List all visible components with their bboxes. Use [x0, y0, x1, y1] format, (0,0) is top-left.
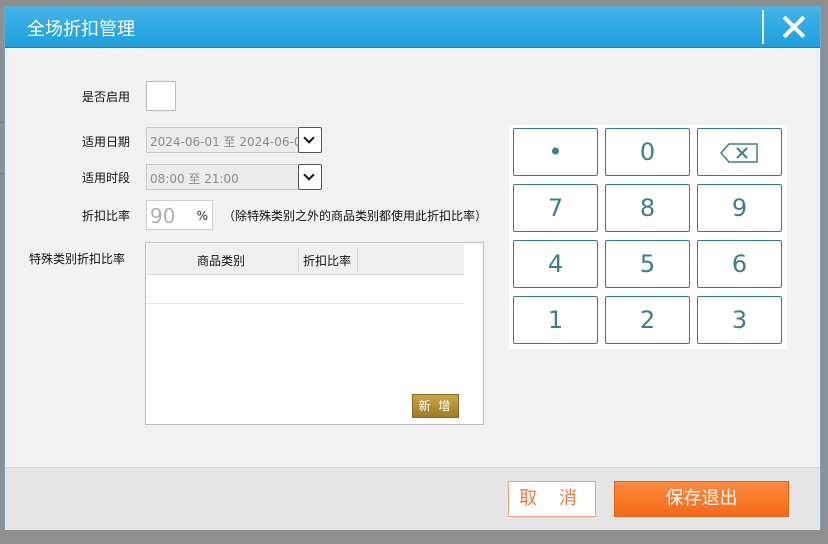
key-2[interactable]: 2: [605, 296, 690, 344]
title-separator: [762, 10, 764, 44]
key-5[interactable]: 5: [605, 240, 690, 288]
date-value: 2024-06-01 至 2024-06-01: [150, 135, 310, 149]
key-6[interactable]: 6: [697, 240, 782, 288]
chevron-down-icon[interactable]: [298, 164, 322, 190]
special-label: 特殊类别折扣比率: [29, 252, 126, 266]
rate-input[interactable]: 90 %: [146, 200, 213, 230]
enable-label: 是否启用: [82, 90, 131, 104]
time-value: 08:00 至 21:00: [150, 172, 239, 186]
cancel-button[interactable]: 取 消: [508, 481, 596, 517]
rate-label: 折扣比率: [82, 209, 131, 223]
time-select[interactable]: 08:00 至 21:00: [146, 164, 322, 190]
backspace-icon: [720, 143, 758, 163]
time-label: 适用时段: [82, 171, 131, 185]
table-row[interactable]: [147, 275, 464, 304]
enable-checkbox[interactable]: [146, 81, 176, 111]
key-dot[interactable]: •: [513, 128, 598, 176]
column-separator: [357, 248, 358, 272]
date-label: 适用日期: [82, 135, 131, 149]
title-bar: 全场折扣管理: [5, 7, 820, 48]
column-header-rate: 折扣比率: [303, 254, 352, 268]
rate-unit: %: [196, 209, 208, 223]
rate-note: （除特殊类别之外的商品类别都使用此折扣比率）: [223, 209, 488, 223]
close-icon[interactable]: [776, 11, 810, 43]
key-9[interactable]: 9: [697, 184, 782, 232]
special-category-table: 商品类别 折扣比率 新 增: [145, 242, 484, 425]
column-header-category: 商品类别: [197, 254, 246, 268]
discount-dialog: 全场折扣管理 是否启用 适用日期 2024-06-01 至 2024-06-01…: [4, 6, 821, 530]
numeric-keypad: • 0 7 8 9 4 5 6 1 2 3: [509, 125, 787, 349]
column-separator: [298, 248, 299, 272]
key-backspace[interactable]: [697, 128, 782, 176]
key-1[interactable]: 1: [513, 296, 598, 344]
chevron-down-icon[interactable]: [298, 127, 322, 153]
key-7[interactable]: 7: [513, 184, 598, 232]
dialog-footer: 取 消 保存退出: [5, 467, 820, 530]
rate-value: 90: [150, 204, 176, 228]
key-4[interactable]: 4: [513, 240, 598, 288]
date-select[interactable]: 2024-06-01 至 2024-06-01: [146, 127, 322, 153]
save-exit-button[interactable]: 保存退出: [614, 481, 789, 517]
key-8[interactable]: 8: [605, 184, 690, 232]
add-category-button[interactable]: 新 增: [412, 394, 459, 418]
dialog-title: 全场折扣管理: [27, 19, 135, 40]
key-0[interactable]: 0: [605, 128, 690, 176]
key-3[interactable]: 3: [697, 296, 782, 344]
table-header: 商品类别 折扣比率: [147, 244, 464, 275]
